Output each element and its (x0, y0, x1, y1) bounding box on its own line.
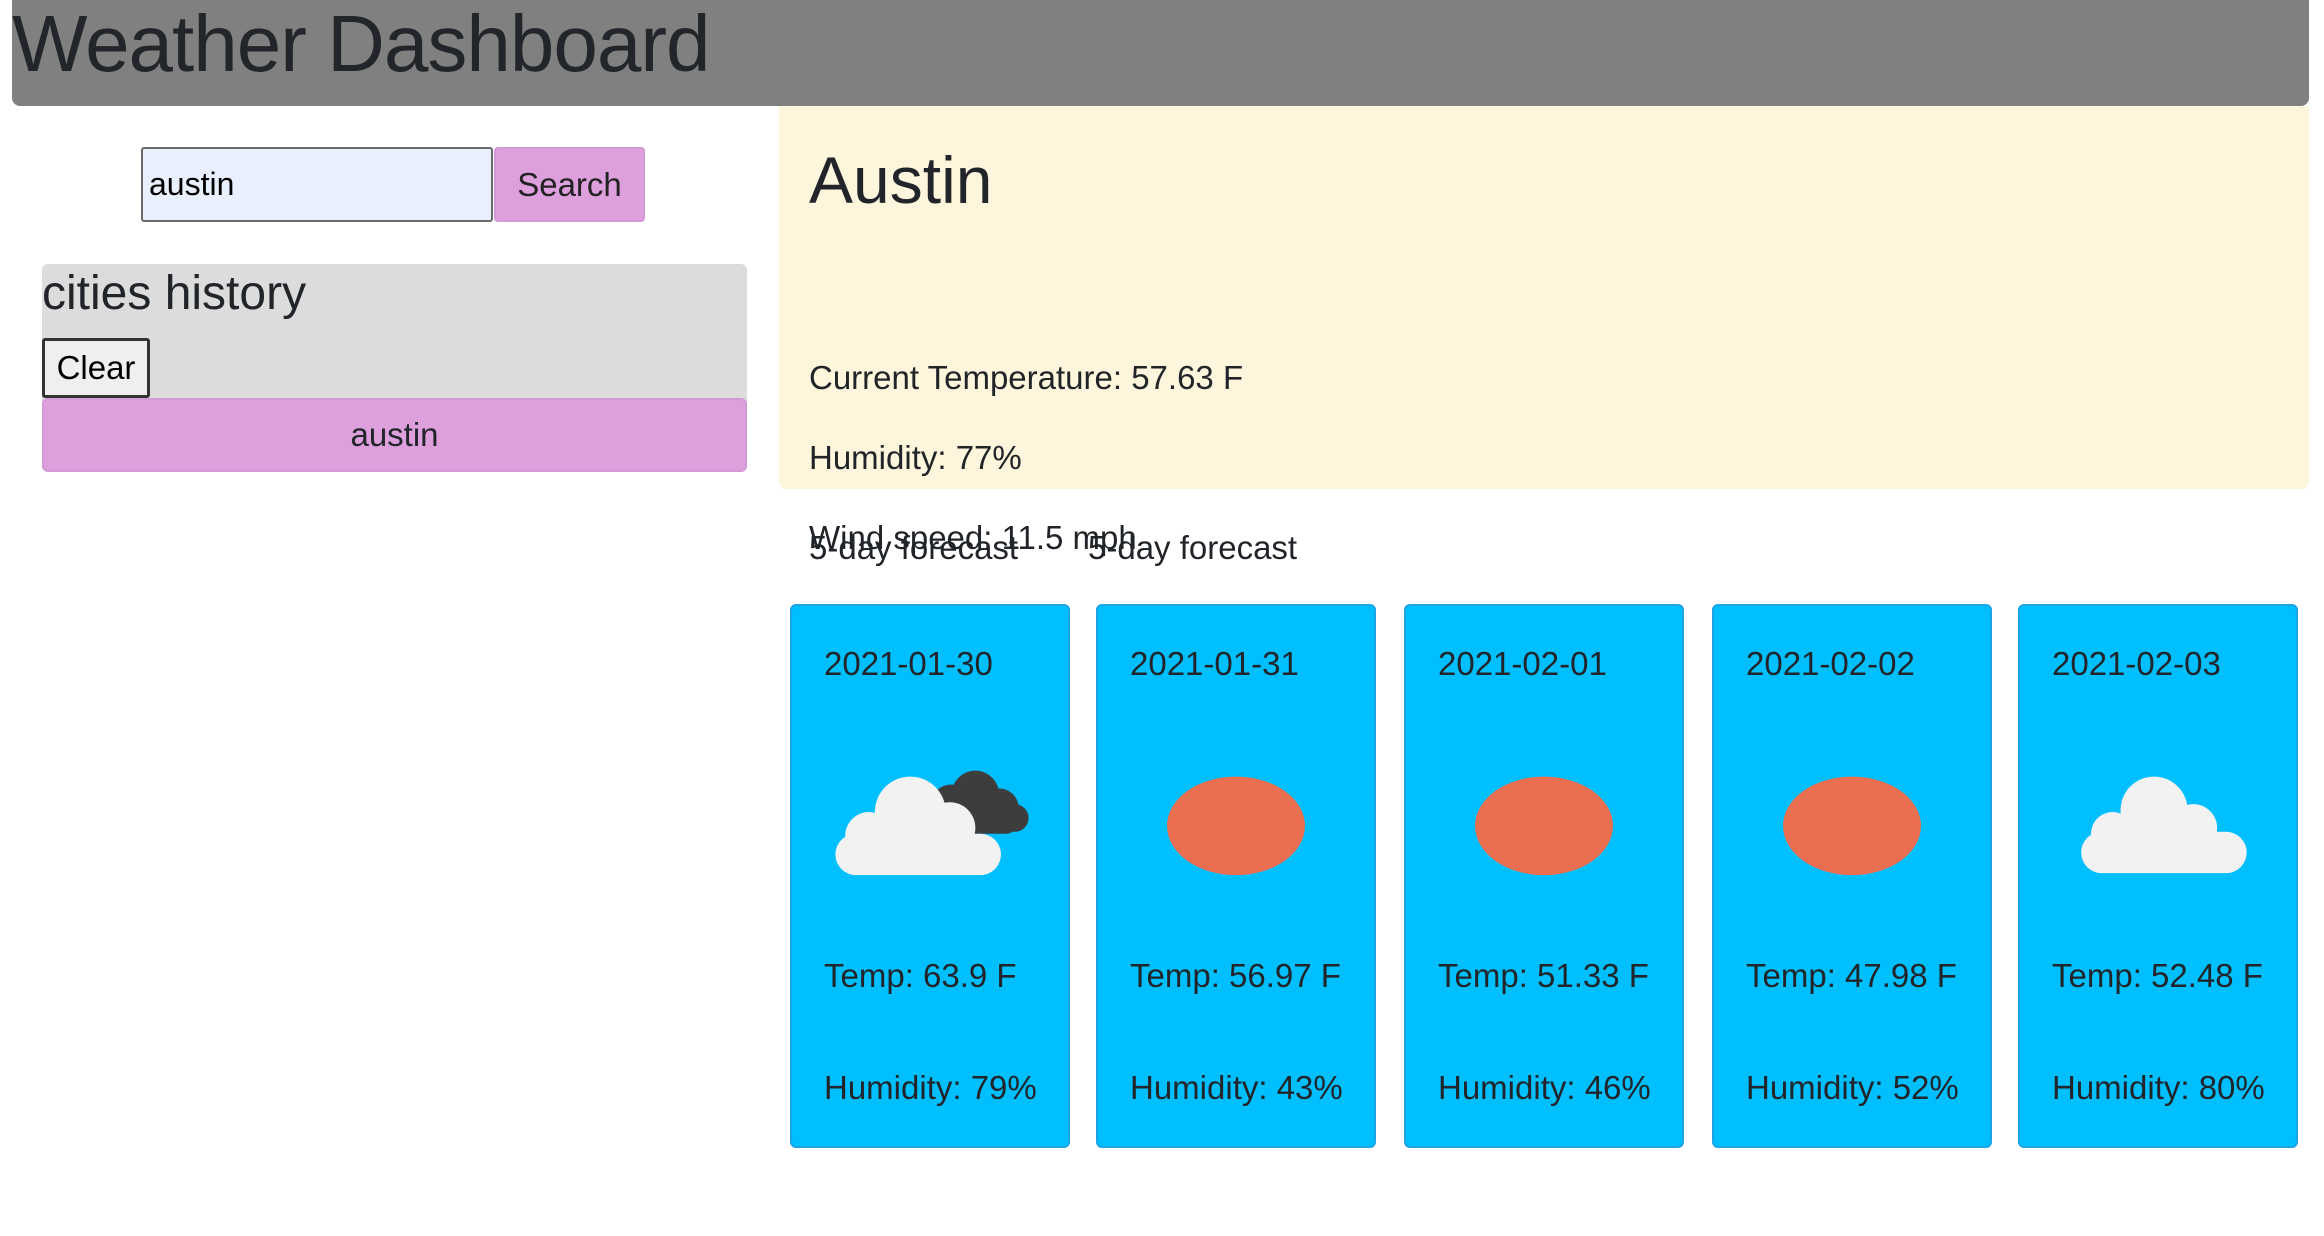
forecast-humidity: Humidity: 46% (1438, 1069, 1651, 1106)
current-temperature: Current Temperature: 57.63 F (809, 359, 1244, 396)
page-title: Weather Dashboard (12, 0, 710, 88)
forecast-temp: Temp: 56.97 F (1130, 957, 1341, 994)
forecast-card: 2021-02-02 Temp: 47.98 F Humidity: 52% (1712, 604, 1992, 1148)
forecast-temp: Temp: 47.98 F (1746, 957, 1957, 994)
search-button[interactable]: Search (494, 147, 645, 222)
forecast-humidity: Humidity: 43% (1130, 1069, 1343, 1106)
forecast-date: 2021-02-01 (1438, 645, 1607, 682)
forecast-date: 2021-01-31 (1130, 645, 1299, 682)
current-humidity: Humidity: 77% (809, 439, 1022, 476)
forecast-temp: Temp: 51.33 F (1438, 957, 1649, 994)
sun-icon (1167, 776, 1305, 876)
forecast-humidity: Humidity: 52% (1746, 1069, 1959, 1106)
forecast-date: 2021-02-02 (1746, 645, 1915, 682)
sun-icon (1475, 776, 1613, 876)
forecast-card: 2021-02-01 Temp: 51.33 F Humidity: 46% (1404, 604, 1684, 1148)
forecast-date: 2021-01-30 (824, 645, 993, 682)
forecast-humidity: Humidity: 80% (2052, 1069, 2265, 1106)
forecast-card: 2021-02-03 Temp: 52.48 F Humidity: 80% (2018, 604, 2298, 1148)
forecast-card: 2021-01-31 Temp: 56.97 F Humidity: 43% (1096, 604, 1376, 1148)
cities-history-panel: cities history Clear austin (42, 264, 747, 472)
current-weather-panel: Austin Current Temperature: 57.63 F Humi… (779, 106, 2309, 556)
forecast-date: 2021-02-03 (2052, 645, 2221, 682)
forecast-temp: Temp: 52.48 F (2052, 957, 2263, 994)
forecast-card: 2021-01-30 Temp: 63.9 F Humidity: 79% (790, 604, 1070, 1148)
city-name: Austin (809, 143, 993, 217)
forecast-humidity: Humidity: 79% (824, 1069, 1037, 1106)
history-title: cities history (42, 267, 307, 320)
search-input[interactable] (141, 147, 493, 222)
header-bar: Weather Dashboard (12, 0, 2309, 106)
forecast-temp: Temp: 63.9 F (824, 957, 1017, 994)
clear-button[interactable]: Clear (42, 338, 150, 398)
history-item-austin[interactable]: austin (42, 398, 747, 472)
forecast-heading: 5-day forecast (809, 529, 1019, 566)
sun-icon (1783, 776, 1921, 876)
partly-cloudy-icon (835, 770, 1029, 876)
cloud-icon (2081, 776, 2247, 874)
forecast-heading: 5-day forecast (1088, 529, 1298, 566)
